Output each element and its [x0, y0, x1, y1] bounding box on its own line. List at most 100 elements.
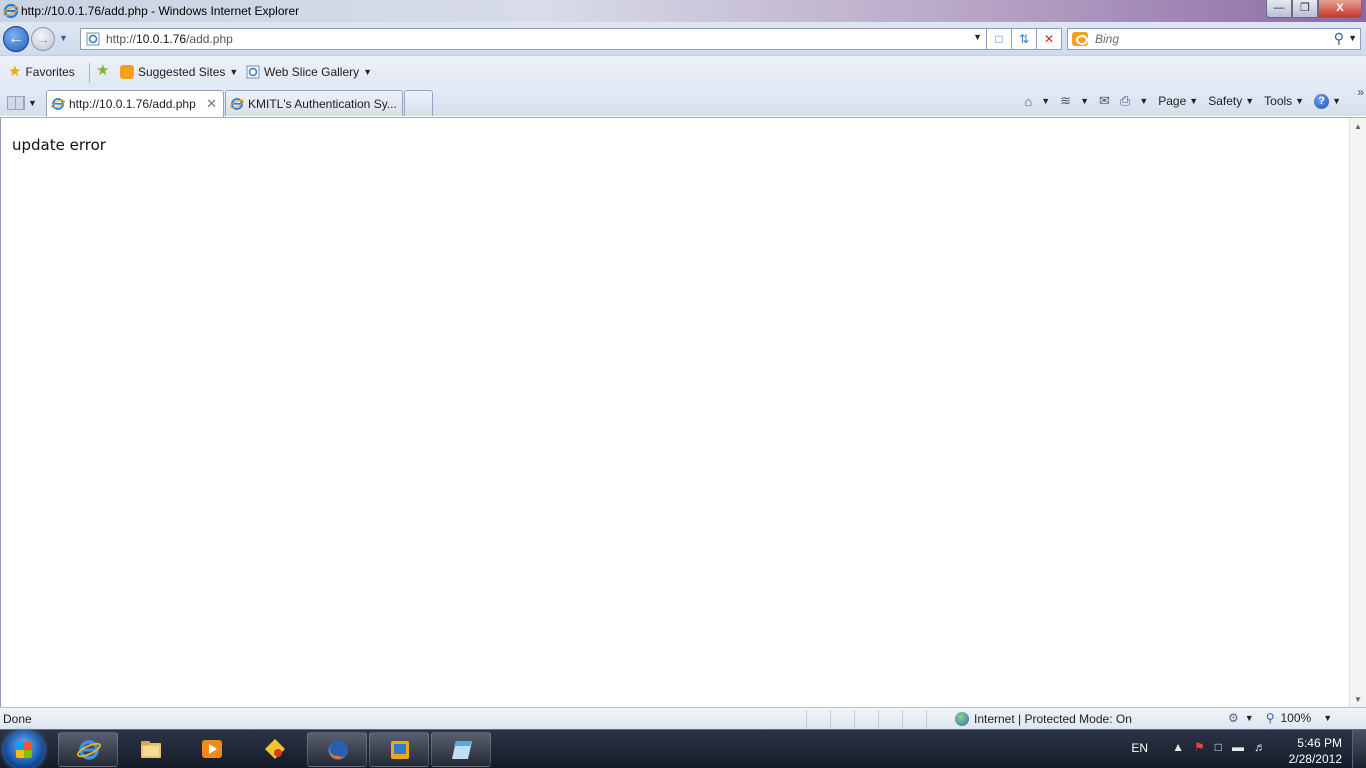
- zoom-controls: ⚙ ▼ ⚲ 100% ▼: [1228, 711, 1332, 725]
- clock-time: 5:46 PM: [1297, 736, 1342, 750]
- page-body-text: update error: [12, 136, 106, 154]
- network-signal-icon[interactable]: ▬: [1232, 740, 1244, 754]
- start-button[interactable]: [4, 731, 44, 768]
- close-tab-icon[interactable]: ✕: [206, 96, 217, 112]
- new-tab-button[interactable]: [404, 90, 433, 116]
- read-mail-button[interactable]: ✉: [1096, 93, 1113, 109]
- notepad-icon: [452, 741, 472, 759]
- tab-kmitl-authentication[interactable]: KMITL's Authentication Sy...: [225, 90, 403, 116]
- scroll-up-arrow-icon[interactable]: ▲: [1350, 118, 1366, 135]
- back-button[interactable]: ←: [3, 26, 29, 52]
- system-tray: EN ▲ ⚑ □ ▬ ♬ 5:46 PM 2/28/2012: [1086, 730, 1366, 768]
- virtualbox-icon: [391, 741, 409, 759]
- security-zone[interactable]: Internet | Protected Mode: On: [955, 712, 1132, 726]
- folder-icon: [141, 741, 161, 758]
- chevron-down-icon: ▼: [363, 67, 373, 77]
- url-text[interactable]: http://10.0.1.76/add.php: [106, 32, 233, 46]
- chevron-down-icon: ▼: [1295, 96, 1305, 106]
- language-indicator[interactable]: EN: [1131, 741, 1148, 755]
- page-menu-label: Page: [1158, 94, 1187, 108]
- web-slice-gallery-label: Web Slice Gallery: [264, 65, 360, 79]
- favorites-star-icon: ★: [8, 63, 22, 80]
- address-dropdown-icon[interactable]: ▼: [973, 32, 982, 42]
- printer-icon: ⎙: [1119, 93, 1131, 108]
- action-center-flag-icon[interactable]: ⚑: [1194, 740, 1205, 754]
- more-commands-chevron-icon[interactable]: »: [1357, 85, 1364, 99]
- page-ie-icon: [86, 32, 100, 46]
- web-slice-gallery-button[interactable]: Web Slice Gallery ▼: [246, 65, 372, 79]
- search-box[interactable]: Bing ⚲ ▼: [1067, 28, 1361, 50]
- search-icon[interactable]: ⚲: [1334, 30, 1344, 47]
- page-menu-button[interactable]: Page ▼: [1155, 94, 1201, 108]
- internet-explorer-icon: [77, 740, 101, 760]
- zoom-level[interactable]: 100%: [1280, 711, 1311, 725]
- status-text: Done: [3, 712, 32, 726]
- stop-icon[interactable]: ✕: [1037, 28, 1062, 50]
- show-hidden-icons-icon[interactable]: ▲: [1172, 740, 1184, 754]
- address-row: ← → ▼ http://10.0.1.76/add.php ▼ □ ⇅ ✕ B…: [0, 22, 1366, 55]
- home-button[interactable]: ⌂ ▼: [1021, 94, 1053, 109]
- vertical-scrollbar[interactable]: ▲ ▼: [1349, 118, 1366, 708]
- taskbar-app-yellow[interactable]: [245, 732, 305, 767]
- internet-globe-icon: [955, 712, 969, 726]
- chevron-down-icon: ▼: [1189, 96, 1199, 106]
- search-options-dropdown-icon[interactable]: ▼: [1348, 33, 1357, 43]
- favorites-divider: [89, 63, 90, 83]
- taskbar-virtualbox[interactable]: [369, 732, 429, 767]
- protected-mode-settings-icon[interactable]: ⚙: [1228, 711, 1239, 725]
- search-placeholder[interactable]: Bing: [1095, 32, 1119, 46]
- zoom-dropdown-icon[interactable]: ▼: [1323, 713, 1332, 723]
- taskbar-windows-explorer[interactable]: [121, 732, 181, 767]
- quick-tabs-button[interactable]: ▼: [7, 92, 43, 114]
- minimize-button[interactable]: —: [1266, 0, 1292, 18]
- taskbar-media-player[interactable]: [182, 732, 242, 767]
- clock-date: 2/28/2012: [1288, 752, 1342, 766]
- chevron-down-icon: ▼: [229, 67, 239, 77]
- favorites-button[interactable]: ★ Favorites: [8, 63, 75, 80]
- tray-icons: ▲ ⚑ □ ▬ ♬: [1172, 740, 1266, 754]
- chevron-down-icon[interactable]: ▼: [1139, 96, 1148, 106]
- tab-ie-icon: [51, 98, 65, 110]
- yellow-app-icon: [265, 739, 285, 759]
- zone-text: Internet | Protected Mode: On: [974, 712, 1132, 726]
- tab-ie-icon: [230, 97, 244, 110]
- feeds-button[interactable]: ≋ ▼: [1057, 93, 1092, 109]
- taskbar-internet-explorer[interactable]: [58, 732, 118, 767]
- tab-add-php[interactable]: http://10.0.1.76/add.php ✕: [46, 90, 224, 117]
- status-panels: [806, 710, 950, 728]
- window-title: http://10.0.1.76/add.php - Windows Inter…: [21, 4, 300, 18]
- suggested-sites-label: Suggested Sites: [138, 65, 226, 79]
- address-bar[interactable]: http://10.0.1.76/add.php ▼: [80, 28, 987, 50]
- suggested-sites-icon: [120, 65, 134, 79]
- restore-button[interactable]: ❐: [1292, 0, 1318, 18]
- home-icon: ⌂: [1024, 93, 1033, 109]
- chevron-down-icon[interactable]: ▼: [1245, 713, 1254, 723]
- show-desktop-button[interactable]: [1352, 730, 1366, 768]
- help-menu-button[interactable]: ? ▼: [1311, 93, 1344, 109]
- tab-list-dropdown-icon[interactable]: ▼: [28, 98, 37, 108]
- chevron-down-icon[interactable]: ▼: [1041, 96, 1050, 106]
- tab-label: KMITL's Authentication Sy...: [248, 96, 397, 111]
- taskbar-notepad-app[interactable]: [431, 732, 491, 767]
- print-button[interactable]: ⎙ ▼: [1117, 93, 1151, 109]
- clock[interactable]: 5:46 PM 2/28/2012: [1289, 735, 1342, 767]
- compatibility-view-icon[interactable]: □: [987, 28, 1012, 50]
- web-slice-ie-icon: [246, 65, 260, 79]
- volume-icon[interactable]: ♬: [1254, 740, 1266, 754]
- chevron-down-icon[interactable]: ▼: [1080, 96, 1089, 106]
- chevron-down-icon: ▼: [1332, 96, 1341, 106]
- refresh-icon[interactable]: ⇅: [1012, 28, 1037, 50]
- safely-remove-hardware-icon[interactable]: □: [1215, 740, 1222, 754]
- tools-menu-button[interactable]: Tools ▼: [1261, 94, 1307, 108]
- tools-menu-label: Tools: [1264, 94, 1293, 108]
- suggested-sites-button[interactable]: Suggested Sites ▼: [120, 65, 238, 79]
- close-window-button[interactable]: X: [1318, 0, 1362, 18]
- safety-menu-button[interactable]: Safety ▼: [1205, 94, 1257, 108]
- recent-pages-dropdown[interactable]: ▼: [59, 33, 73, 47]
- window-controls: — ❐ X: [1266, 0, 1362, 18]
- add-to-favorites-bar-button[interactable]: ★: [96, 63, 109, 78]
- taskbar-firefox[interactable]: [307, 732, 367, 767]
- forward-button[interactable]: →: [31, 27, 55, 51]
- tab-label: http://10.0.1.76/add.php: [69, 97, 196, 111]
- scroll-down-arrow-icon[interactable]: ▼: [1350, 691, 1366, 708]
